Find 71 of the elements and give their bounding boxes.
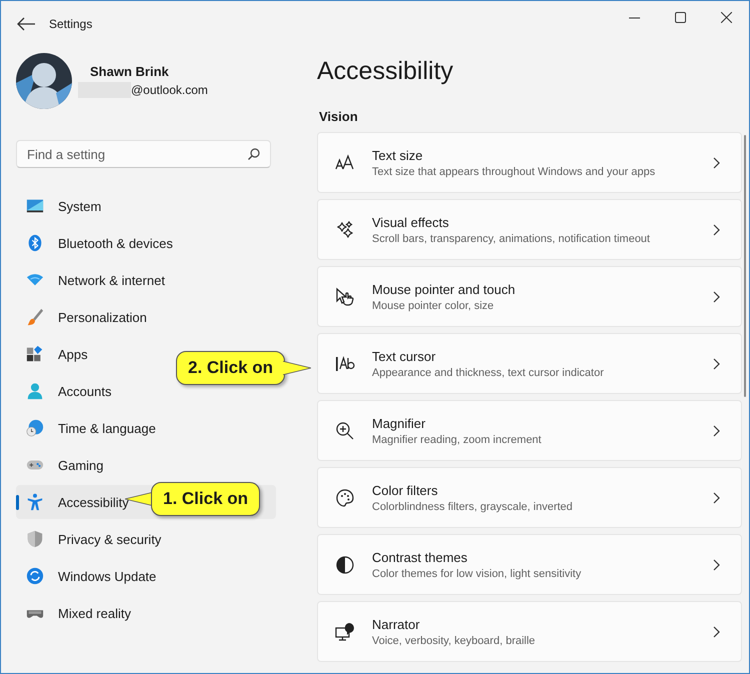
chevron-icon — [713, 224, 721, 236]
person-icon — [26, 382, 44, 400]
card-title: Text size — [372, 148, 424, 162]
card-title: Magnifier — [372, 416, 426, 430]
half-circle-icon — [335, 554, 355, 574]
chevron-icon — [713, 626, 721, 638]
sidebar-item[interactable]: Personalization — [16, 300, 276, 334]
card-title: Text cursor — [372, 348, 437, 364]
settings-card[interactable]: Text size Text size that appears throughout Windows and your apps — [317, 132, 742, 193]
sidebar-item[interactable]: System — [16, 189, 276, 223]
chevron-icon — [713, 156, 721, 168]
chevron-icon — [713, 492, 721, 504]
card-description: Colorblindness filters, grayscale, inverted — [372, 500, 574, 512]
sidebar-item[interactable]: Privacy & security — [16, 522, 276, 556]
shield-icon — [26, 530, 44, 548]
card-description: Voice, verbosity, keyboard, braille — [372, 634, 536, 646]
sidebar-item[interactable]: Windows Update — [16, 559, 276, 593]
maximize-icon — [674, 12, 686, 22]
card-title: Color filters — [372, 482, 439, 498]
settings-card[interactable]: Mouse pointer and touch Mouse pointer color, size — [317, 266, 742, 327]
chevron-icon — [713, 290, 721, 302]
card-description: Mouse pointer color, size — [372, 300, 495, 312]
apps-icon — [26, 345, 44, 363]
sidebar-item[interactable]: Network & internet — [16, 263, 276, 297]
sidebar-item[interactable]: Bluetooth & devices — [16, 226, 276, 260]
page-title: Accessibility — [317, 57, 454, 87]
user-email: @outlook.com — [131, 83, 208, 97]
settings-card[interactable]: Magnifier Magnifier reading, zoom increment — [317, 400, 742, 461]
card-description: Magnifier reading, zoom increment — [372, 434, 542, 446]
update-icon — [26, 567, 44, 585]
settings-card[interactable]: Contrast themes Color themes for low vision, light sensitivity — [317, 534, 742, 595]
globe-clock-icon — [26, 419, 44, 437]
bluetooth-icon — [26, 234, 44, 252]
callout-tooltip: 2. Click on — [176, 351, 286, 385]
zoom-in-icon — [335, 420, 355, 440]
card-title: Visual effects — [372, 214, 450, 230]
monitor-icon — [26, 197, 44, 215]
monitor-speech-icon — [335, 622, 355, 642]
user-name: Shawn Brink — [90, 64, 170, 79]
palette-icon — [335, 488, 355, 508]
sidebar-item[interactable]: Mixed reality — [16, 596, 276, 630]
callout-tooltip: 1. Click on — [151, 482, 260, 516]
card-title: Mouse pointer and touch — [372, 282, 516, 296]
settings-card[interactable]: Narrator Voice, verbosity, keyboard, braille — [317, 601, 742, 662]
close-icon — [720, 12, 732, 22]
card-description: Text size that appears throughout Windows and your apps — [372, 166, 656, 178]
card-description: Scroll bars, transparency, animations, notification timeout — [372, 232, 651, 244]
section-heading: Vision — [319, 109, 359, 124]
callout-pointer-tooltip — [283, 358, 312, 378]
settings-card[interactable]: Visual effects Scroll bars, transparency, animations, notification timeout — [317, 199, 742, 260]
settings-card[interactable]: Color filters Colorblindness filters, grayscale, inverted — [317, 467, 742, 528]
scrollbar[interactable] — [744, 135, 746, 397]
back-icon[interactable] — [16, 17, 36, 31]
search-field[interactable]: Find a setting — [16, 140, 271, 168]
settings-card[interactable]: Text cursor Appearance and thickness, text cursor indicator — [317, 333, 742, 394]
card-description: Color themes for low vision, light sensitivity — [372, 568, 582, 580]
chevron-icon — [713, 424, 721, 436]
sidebar-item[interactable]: Time & language — [16, 411, 276, 445]
sparkles-icon — [335, 220, 355, 240]
search-icon — [248, 148, 260, 160]
card-description: Appearance and thickness, text cursor indicator — [372, 366, 605, 378]
chevron-icon — [713, 558, 721, 570]
pointer-hand-icon — [335, 286, 355, 306]
chevron-icon — [713, 358, 721, 370]
sidebar-item[interactable]: Gaming — [16, 448, 276, 482]
card-title: Narrator — [372, 616, 421, 632]
selection-indicator — [16, 495, 19, 510]
card-title: Contrast themes — [372, 550, 468, 564]
brush-icon — [26, 308, 44, 326]
accessibility-icon — [26, 493, 44, 511]
window-title: Settings — [49, 17, 92, 31]
